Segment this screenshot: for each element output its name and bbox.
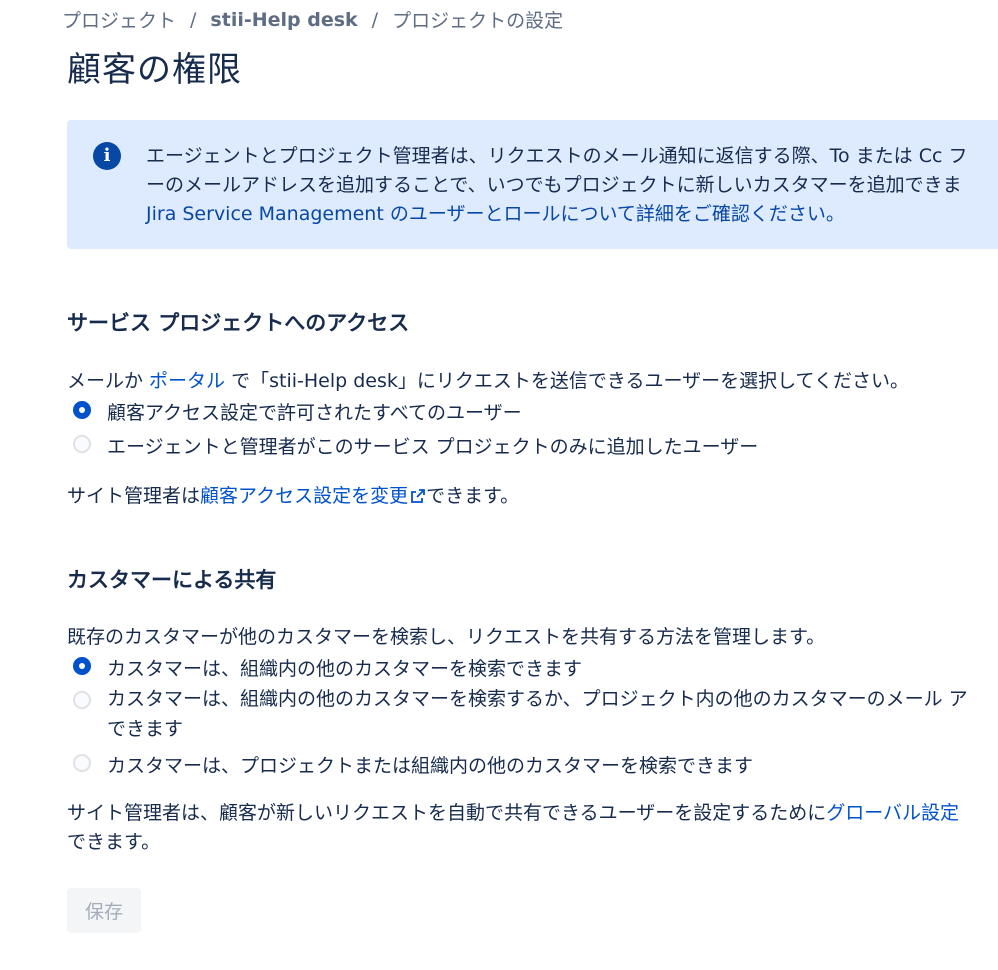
- breadcrumb-separator: /: [190, 8, 197, 31]
- sharing-option-org-search[interactable]: カスタマーは、組織内の他のカスタマーを検索できます: [73, 654, 582, 681]
- breadcrumb-separator: /: [371, 8, 379, 31]
- access-option-label: エージェントと管理者がこのサービス プロジェクトのみに追加したユーザー: [107, 436, 759, 458]
- sharing-option-label: カスタマーは、プロジェクトまたは組織内の他のカスタマーを検索できます: [107, 755, 754, 777]
- radio-unchecked-icon[interactable]: [73, 691, 91, 709]
- radio-unchecked-icon[interactable]: [73, 754, 91, 772]
- access-option-added-users[interactable]: エージェントと管理者がこのサービス プロジェクトのみに追加したユーザー: [73, 432, 758, 459]
- external-link-icon: [411, 489, 425, 503]
- breadcrumb: プロジェクト / stii-Help desk / プロジェクトの設定: [62, 6, 563, 33]
- info-message-line: ーのメールアドレスを追加することで、いつでもプロジェクトに新しいカスタマーを追加…: [146, 174, 962, 196]
- radio-unchecked-icon[interactable]: [73, 435, 91, 453]
- info-panel: i エージェントとプロジェクト管理者は、リクエストのメール通知に返信する際、To…: [67, 120, 998, 249]
- breadcrumb-item-project-settings[interactable]: プロジェクトの設定: [392, 6, 563, 33]
- access-note-suffix: できます。: [426, 485, 520, 507]
- info-learn-more-link[interactable]: Jira Service Management のユーザーとロールについて詳細を…: [146, 200, 998, 229]
- sharing-note-prefix: サイト管理者は、顧客が新しいリクエストを自動で共有できるユーザーを設定するために: [67, 802, 827, 824]
- customer-access-settings-link[interactable]: 顧客アクセス設定を変更: [200, 485, 426, 507]
- info-icon: i: [93, 142, 121, 170]
- sharing-option-project-or-org[interactable]: カスタマーは、プロジェクトまたは組織内の他のカスタマーを検索できます: [73, 751, 753, 778]
- info-message-line: エージェントとプロジェクト管理者は、リクエストのメール通知に返信する際、To ま…: [146, 145, 968, 167]
- access-option-all-users[interactable]: 顧客アクセス設定で許可されたすべてのユーザー: [73, 398, 522, 425]
- sharing-section-heading: カスタマーによる共有: [67, 568, 277, 592]
- sharing-option-label-line: カスタマーは、組織内の他のカスタマーを検索するか、プロジェクト内の他のカスタマー…: [107, 688, 968, 710]
- save-button[interactable]: 保存: [67, 888, 141, 933]
- access-description-prefix: メールか: [67, 370, 150, 392]
- portal-link[interactable]: ポータル: [149, 370, 225, 392]
- sharing-option-label-line: できます: [107, 718, 184, 740]
- breadcrumb-item-project[interactable]: stii-Help desk: [210, 9, 357, 31]
- access-note-prefix: サイト管理者は: [67, 485, 201, 507]
- access-site-admin-note: サイト管理者は顧客アクセス設定を変更 できます。: [67, 481, 519, 508]
- sharing-option-label: カスタマーは、組織内の他のカスタマーを検索できます: [107, 658, 583, 680]
- access-description-suffix: で「stii-Help desk」にリクエストを送信できるユーザーを選択してくだ…: [225, 370, 909, 392]
- sharing-option-label: カスタマーは、組織内の他のカスタマーを検索するか、プロジェクト内の他のカスタマー…: [107, 684, 968, 744]
- page-title: 顧客の権限: [67, 50, 242, 90]
- sharing-note-line: できます。: [67, 831, 161, 853]
- global-settings-link[interactable]: グローバル設定: [826, 802, 959, 824]
- info-message: エージェントとプロジェクト管理者は、リクエストのメール通知に返信する際、To ま…: [146, 142, 998, 229]
- access-section-description: メールか ポータル で「stii-Help desk」にリクエストを送信できるユ…: [67, 366, 909, 393]
- sharing-site-admin-note: サイト管理者は、顧客が新しいリクエストを自動で共有できるユーザーを設定するために…: [67, 799, 959, 857]
- access-section-heading: サービス プロジェクトへのアクセス: [67, 311, 410, 335]
- radio-checked-icon[interactable]: [73, 401, 91, 419]
- breadcrumb-item-projects[interactable]: プロジェクト: [62, 6, 176, 33]
- sharing-note-line: サイト管理者は、顧客が新しいリクエストを自動で共有できるユーザーを設定するために…: [67, 799, 959, 828]
- radio-checked-icon[interactable]: [73, 657, 91, 675]
- sharing-option-org-or-email[interactable]: カスタマーは、組織内の他のカスタマーを検索するか、プロジェクト内の他のカスタマー…: [73, 688, 968, 744]
- access-option-label: 顧客アクセス設定で許可されたすべてのユーザー: [107, 402, 522, 424]
- customer-access-settings-link-label: 顧客アクセス設定を変更: [200, 485, 409, 507]
- sharing-section-description: 既存のカスタマーが他のカスタマーを検索し、リクエストを共有する方法を管理します。: [67, 626, 826, 648]
